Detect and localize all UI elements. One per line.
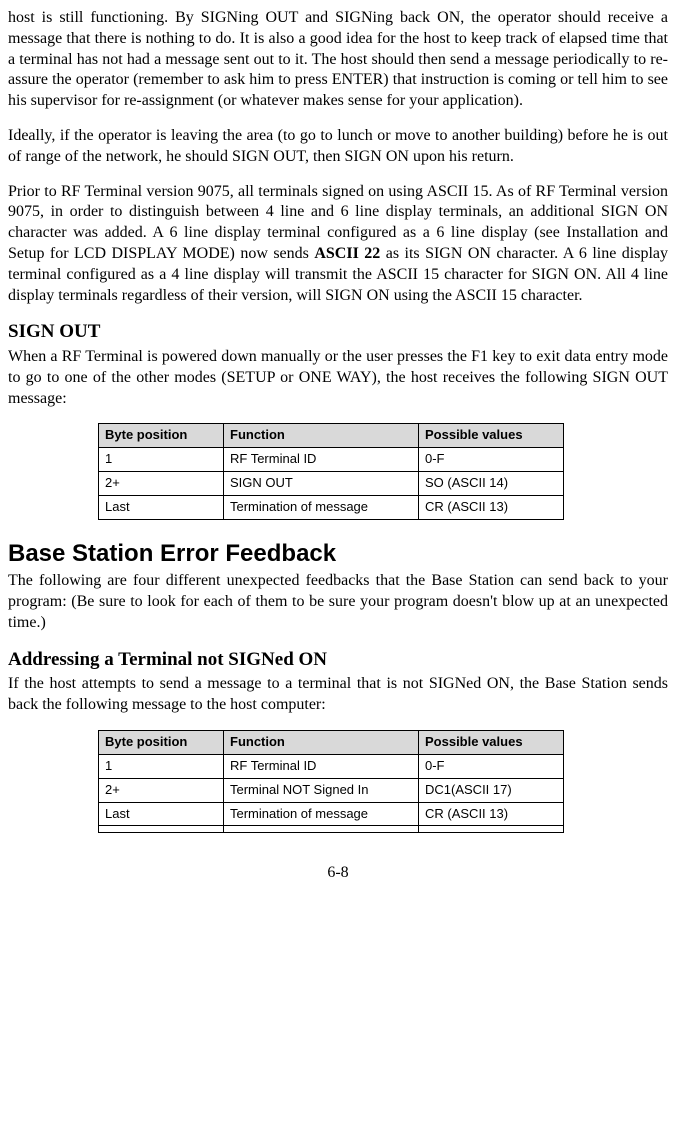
table-row [99,826,564,833]
header-function: Function [224,424,419,448]
cell: Termination of message [224,496,419,520]
paragraph: host is still functioning. By SIGNing OU… [8,8,668,112]
cell: SO (ASCII 14) [419,472,564,496]
cell: Terminal NOT Signed In [224,778,419,802]
table-header-row: Byte position Function Possible values [99,730,564,754]
heading-base-station-error: Base Station Error Feedback [8,538,668,569]
cell: CR (ASCII 13) [419,802,564,826]
header-function: Function [224,730,419,754]
table-row: Last Termination of message CR (ASCII 13… [99,496,564,520]
cell: 2+ [99,778,224,802]
table-header-row: Byte position Function Possible values [99,424,564,448]
cell [419,826,564,833]
cell [99,826,224,833]
cell: Termination of message [224,802,419,826]
cell: Last [99,496,224,520]
cell [224,826,419,833]
page-number: 6-8 [8,863,668,884]
header-byte-position: Byte position [99,424,224,448]
cell: DC1(ASCII 17) [419,778,564,802]
table-row: 1 RF Terminal ID 0-F [99,754,564,778]
header-possible-values: Possible values [419,730,564,754]
paragraph: When a RF Terminal is powered down manua… [8,347,668,409]
header-possible-values: Possible values [419,424,564,448]
table-row: 2+ SIGN OUT SO (ASCII 14) [99,472,564,496]
paragraph: If the host attempts to send a message t… [8,674,668,716]
paragraph: Ideally, if the operator is leaving the … [8,126,668,168]
cell: RF Terminal ID [224,754,419,778]
sign-out-table: Byte position Function Possible values 1… [98,423,564,520]
heading-sign-out: SIGN OUT [8,320,668,345]
cell: 1 [99,754,224,778]
not-signed-on-table: Byte position Function Possible values 1… [98,730,564,834]
paragraph: The following are four different unexpec… [8,571,668,633]
cell: Last [99,802,224,826]
table-row: 1 RF Terminal ID 0-F [99,448,564,472]
heading-addressing-terminal: Addressing a Terminal not SIGNed ON [8,648,668,673]
cell: 1 [99,448,224,472]
table-row: 2+ Terminal NOT Signed In DC1(ASCII 17) [99,778,564,802]
bold-text: ASCII 22 [314,245,380,262]
cell: 2+ [99,472,224,496]
cell: 0-F [419,754,564,778]
paragraph: Prior to RF Terminal version 9075, all t… [8,182,668,307]
table-row: Last Termination of message CR (ASCII 13… [99,802,564,826]
cell: RF Terminal ID [224,448,419,472]
cell: SIGN OUT [224,472,419,496]
cell: CR (ASCII 13) [419,496,564,520]
header-byte-position: Byte position [99,730,224,754]
cell: 0-F [419,448,564,472]
